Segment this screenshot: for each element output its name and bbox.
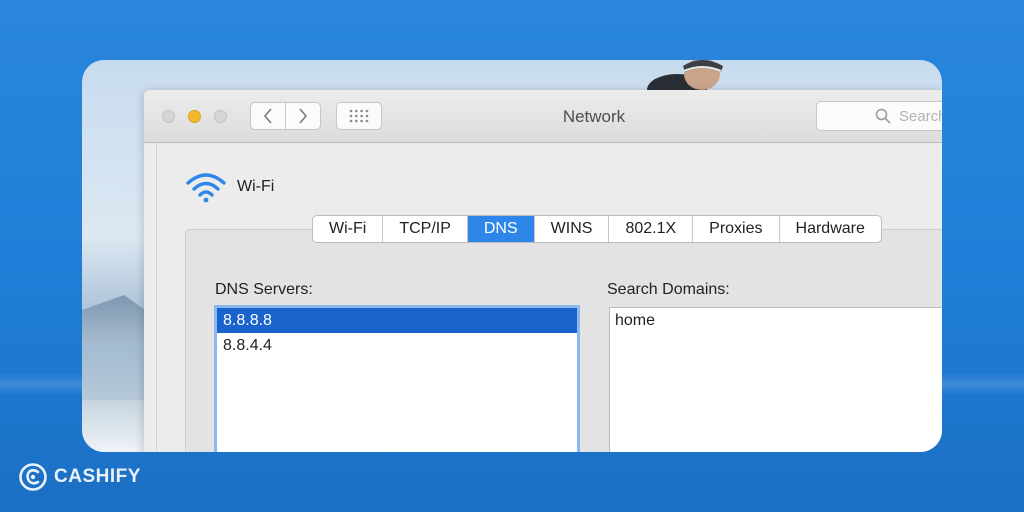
search-domains-list[interactable]: home xyxy=(609,307,942,452)
desktop-wallpaper-ice xyxy=(82,400,152,452)
minimize-window-button[interactable] xyxy=(188,110,201,123)
dns-servers-label: DNS Servers: xyxy=(215,281,313,298)
network-preferences-window: Network Search Wi-Fi Wi-Fi TCP/IP DNS WI… xyxy=(144,90,942,452)
screenshot-card: Network Search Wi-Fi Wi-Fi TCP/IP DNS WI… xyxy=(82,60,942,452)
chevron-right-icon xyxy=(299,108,308,124)
tab-wins[interactable]: WINS xyxy=(535,216,610,242)
desktop-wallpaper-hill xyxy=(82,295,152,345)
dns-servers-list[interactable]: 8.8.8.8 8.8.4.4 xyxy=(214,305,580,452)
forward-button[interactable] xyxy=(285,102,321,130)
tab-dns[interactable]: DNS xyxy=(467,216,535,242)
tab-wi-fi[interactable]: Wi-Fi xyxy=(313,216,384,242)
title-bar: Network Search xyxy=(144,90,942,143)
preferences-content: Wi-Fi Wi-Fi TCP/IP DNS WINS 802.1X Proxi… xyxy=(156,143,942,452)
brand-logo: CASHIFY xyxy=(18,462,141,492)
tab-proxies[interactable]: Proxies xyxy=(693,216,780,242)
search-domain-row[interactable]: home xyxy=(610,308,942,333)
grid-icon xyxy=(349,109,369,123)
dns-server-row[interactable]: 8.8.8.8 xyxy=(217,308,577,333)
chevron-left-icon xyxy=(263,108,272,124)
service-name: Wi-Fi xyxy=(237,178,275,195)
search-domains-label: Search Domains: xyxy=(607,281,730,298)
brand-name: CASHIFY xyxy=(54,466,141,487)
show-all-button[interactable] xyxy=(336,102,382,130)
wifi-icon xyxy=(186,173,226,203)
search-input[interactable]: Search xyxy=(816,101,942,131)
close-window-button[interactable] xyxy=(162,110,175,123)
tab-bar: Wi-Fi TCP/IP DNS WINS 802.1X Proxies Har… xyxy=(312,215,882,243)
back-button[interactable] xyxy=(250,102,286,130)
tab-hardware[interactable]: Hardware xyxy=(780,216,881,242)
dns-server-row[interactable]: 8.8.4.4 xyxy=(217,333,577,358)
search-icon xyxy=(875,108,891,124)
window-title: Network xyxy=(562,107,626,126)
cashify-logo-icon xyxy=(19,463,47,491)
search-placeholder: Search xyxy=(899,108,942,125)
zoom-window-button[interactable] xyxy=(214,110,227,123)
tab-802-1x[interactable]: 802.1X xyxy=(609,216,694,242)
tab-tcp-ip[interactable]: TCP/IP xyxy=(383,216,468,242)
wallpaper-person-image xyxy=(647,60,723,90)
